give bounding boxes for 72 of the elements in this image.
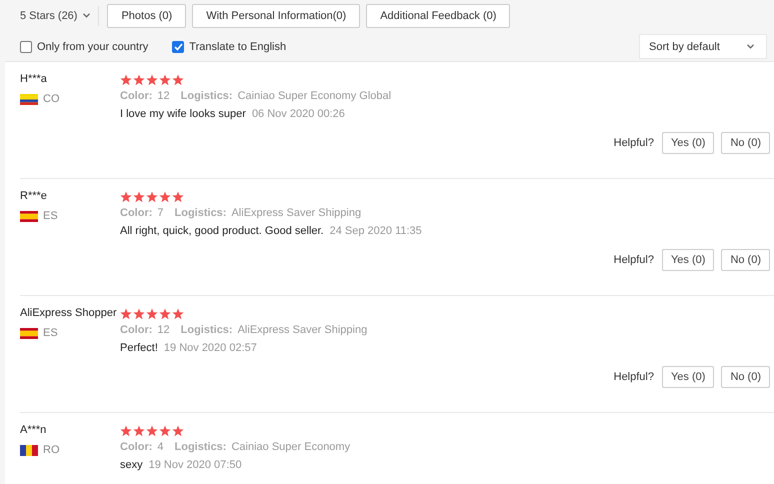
star-icon [120, 191, 132, 203]
filter-button[interactable]: Photos (0) [107, 4, 186, 28]
country-code: RO [43, 444, 60, 456]
star-icon [146, 308, 158, 320]
star-icon [146, 74, 158, 86]
attribute-value: Cainiao Super Economy [231, 441, 350, 453]
attribute-value: 12 [157, 324, 170, 336]
reviewer-name: AliExpress Shopper [20, 307, 118, 321]
review-date: 24 Sep 2020 11:35 [330, 225, 422, 237]
attribute-value: AliExpress Saver Shipping [238, 324, 368, 336]
attribute-value: 7 [157, 207, 164, 219]
attribute-label: Logistics: [180, 90, 233, 102]
star-icon [120, 74, 132, 86]
reviewer-name: H***a [20, 73, 48, 87]
attribute-label: Logistics: [174, 441, 226, 453]
country-code: ES [43, 210, 58, 222]
star-filter-dropdown[interactable]: 5 Stars (26) [20, 10, 90, 22]
star-icon [133, 191, 145, 203]
attribute-value: 4 [157, 441, 164, 453]
attribute-label: Logistics: [174, 207, 226, 219]
checkbox-label[interactable]: Only from your country [37, 40, 148, 52]
country-code: CO [43, 93, 60, 105]
attribute-label: Color: [120, 441, 152, 453]
star-icon [133, 74, 145, 86]
star-icon [159, 425, 171, 437]
no-button[interactable]: No (0) [721, 249, 770, 271]
attribute-label: Logistics: [180, 324, 233, 336]
attribute-value: 12 [157, 90, 170, 102]
country-code: ES [43, 327, 58, 339]
no-button[interactable]: No (0) [721, 366, 770, 388]
star-icon [120, 425, 132, 437]
review-text: sexy [120, 459, 143, 471]
review-text: Perfect! [120, 342, 158, 354]
yes-button[interactable]: Yes (0) [662, 366, 714, 388]
filter-button[interactable]: With Personal Information(0) [192, 4, 360, 28]
checkbox-label[interactable]: Translate to English [189, 40, 286, 52]
attribute-value: Cainiao Super Economy Global [238, 90, 392, 102]
star-icon [133, 308, 145, 320]
chevron-down-icon [83, 13, 90, 18]
star-icon [120, 308, 132, 320]
reviewer-name: A***n [20, 424, 48, 438]
star-icon [146, 425, 158, 437]
chevron-down-icon [747, 44, 754, 49]
no-button[interactable]: No (0) [721, 132, 770, 154]
helpful-label: Helpful? [614, 371, 654, 383]
sort-dropdown[interactable]: Sort by default [639, 34, 767, 59]
reviewer-name: R***e [20, 190, 48, 204]
review-date: 19 Nov 2020 02:57 [164, 342, 257, 354]
star-icon [172, 425, 184, 437]
yes-button[interactable]: Yes (0) [662, 132, 714, 154]
helpful-label: Helpful? [614, 254, 654, 266]
checkbox[interactable] [20, 40, 32, 52]
star-icon [159, 308, 171, 320]
attribute-value: AliExpress Saver Shipping [231, 207, 362, 219]
review-text: I love my wife looks super [120, 108, 246, 120]
star-icon [159, 74, 171, 86]
attribute-label: Color: [120, 207, 152, 219]
attribute-label: Color: [120, 90, 152, 102]
star-icon [133, 425, 145, 437]
checkbox[interactable] [172, 40, 184, 52]
review-text: All right, quick, good product. Good seller. [120, 225, 324, 237]
star-icon [172, 74, 184, 86]
star-icon [172, 191, 184, 203]
helpful-label: Helpful? [614, 137, 654, 149]
star-icon [172, 308, 184, 320]
review-date: 06 Nov 2020 00:26 [252, 108, 345, 120]
star-icon [146, 191, 158, 203]
attribute-label: Color: [120, 324, 152, 336]
star-icon [159, 191, 171, 203]
review-date: 19 Nov 2020 07:50 [148, 459, 242, 471]
yes-button[interactable]: Yes (0) [662, 249, 714, 271]
filter-button[interactable]: Additional Feedback (0) [366, 4, 510, 28]
